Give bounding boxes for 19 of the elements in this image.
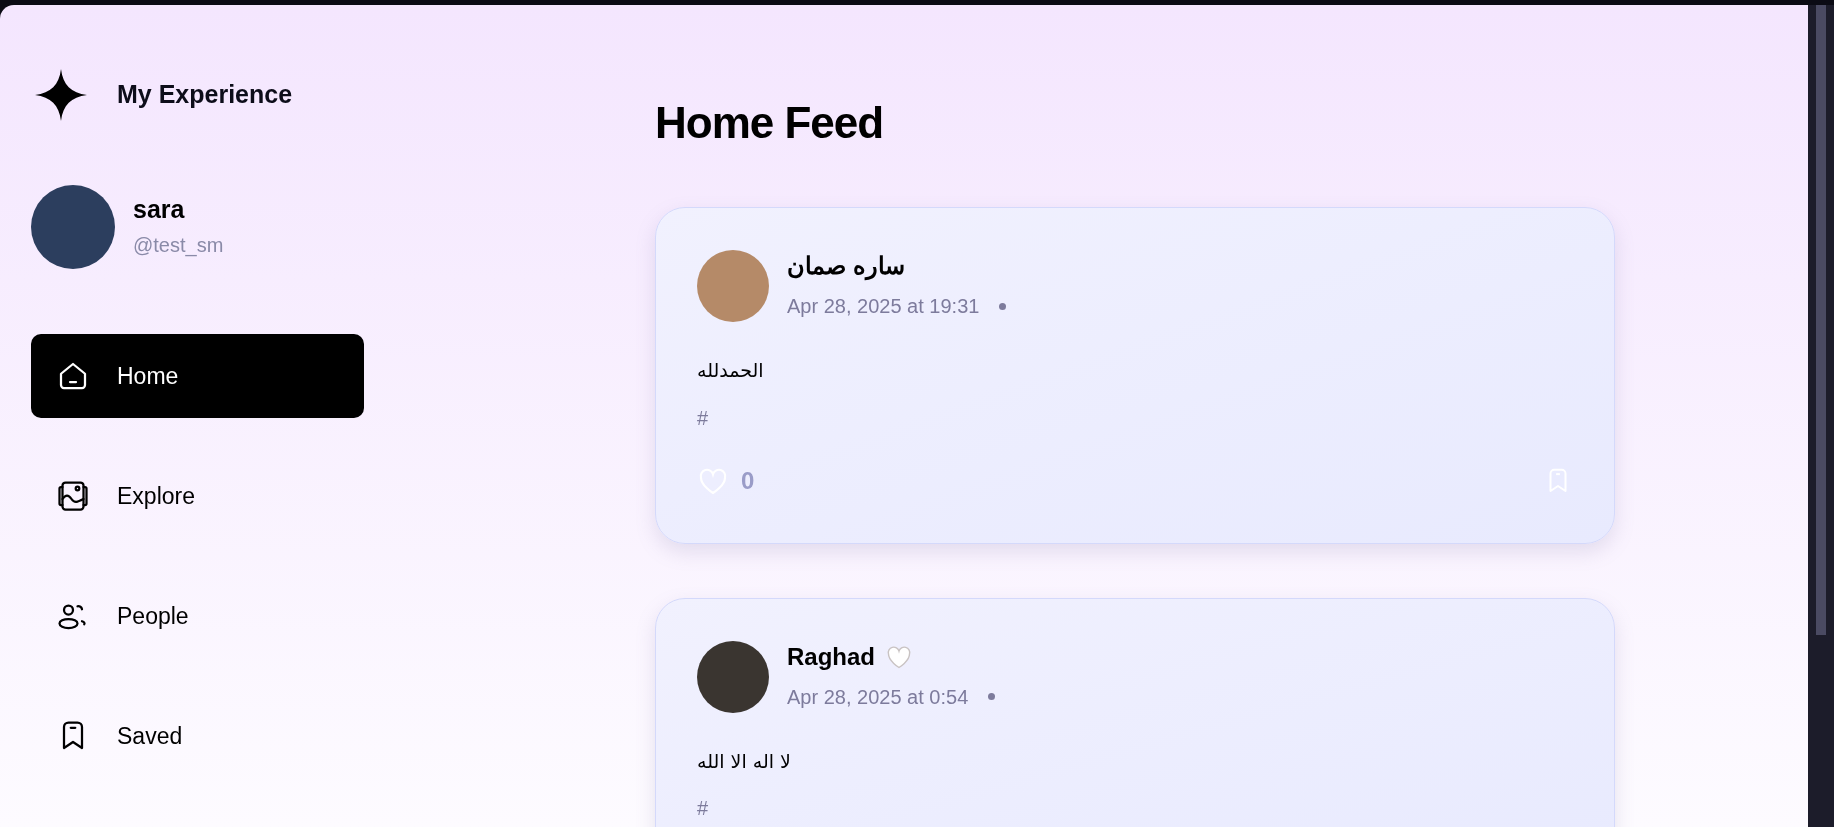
brand-name: My Experience (117, 79, 293, 111)
profile-handle: @test_sm (133, 232, 224, 259)
post-timestamp: Apr 28, 2025 at 19:31 (787, 294, 980, 319)
post-timestamp: Apr 28, 2025 at 0:54 (787, 684, 969, 710)
author-name[interactable]: Raghad (787, 641, 875, 672)
nav-item[interactable]: Explore (31, 454, 364, 538)
profile-name: sara (133, 194, 186, 226)
post-hashtag: # (697, 405, 709, 431)
nav-item[interactable]: People (31, 574, 364, 658)
post-hashtag: # (697, 796, 709, 821)
post-text: لا اله الا الله (697, 748, 791, 774)
author-name[interactable]: ساره صمان (787, 251, 905, 281)
image-icon (55, 478, 91, 514)
scrollbar-thumb[interactable] (1816, 5, 1826, 635)
page-title: Home Feed (655, 101, 885, 145)
nav-item[interactable]: Home (31, 334, 364, 418)
sparkle-logo-icon (35, 69, 87, 121)
post-text: الحمدلله (697, 358, 764, 383)
nav-item[interactable]: Saved (31, 694, 364, 778)
